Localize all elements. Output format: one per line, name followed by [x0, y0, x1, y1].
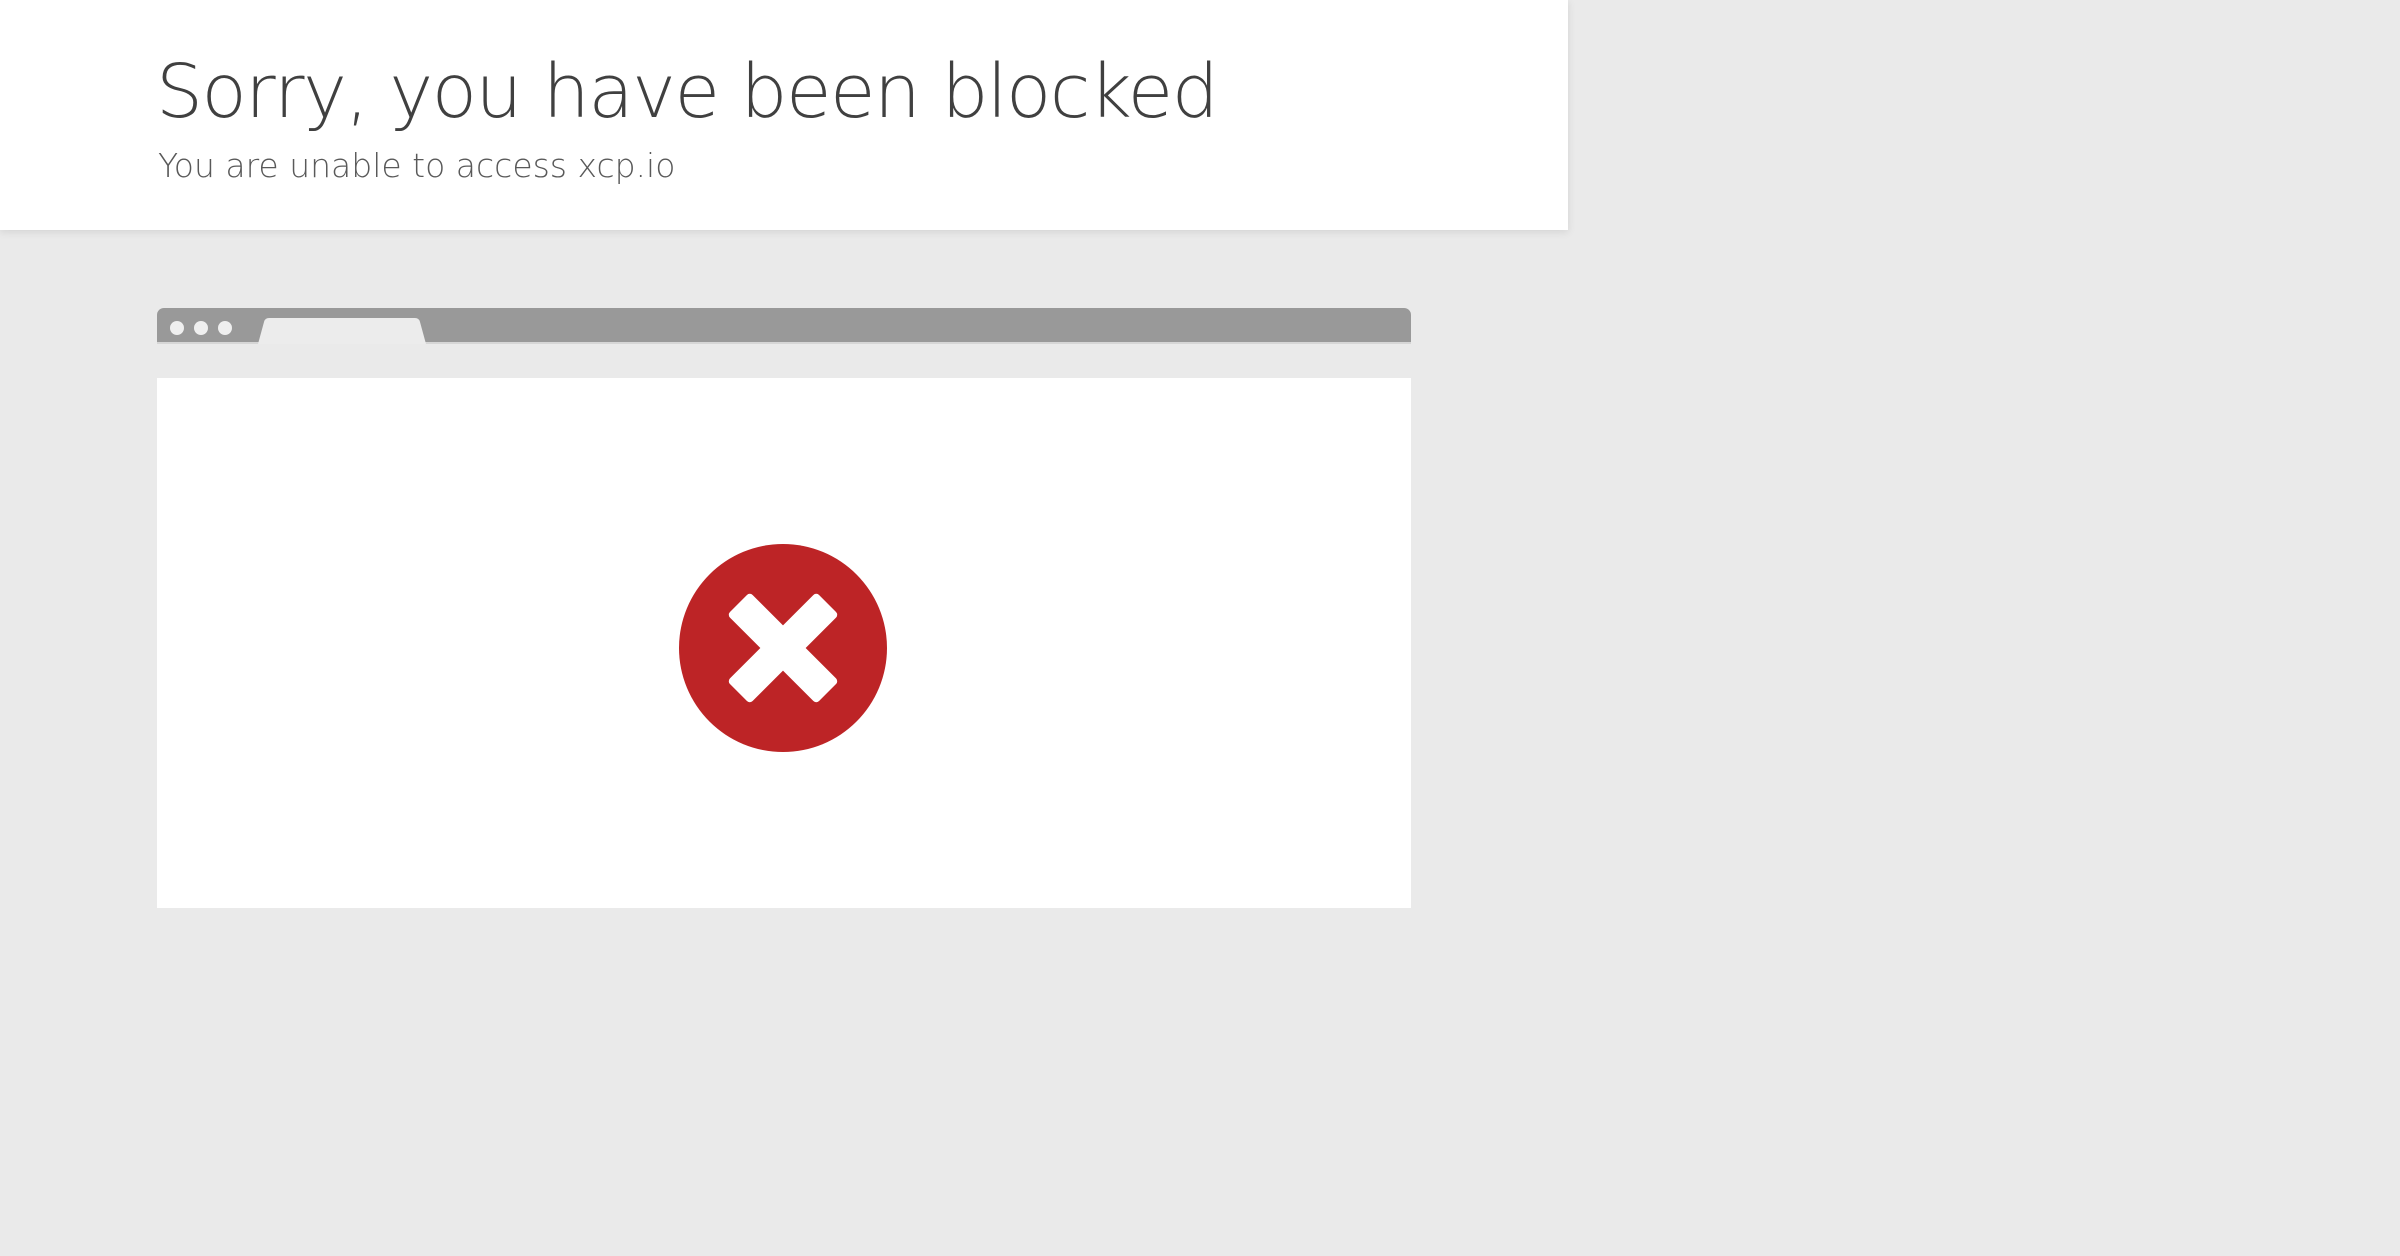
error-x-circle-icon [678, 543, 888, 753]
browser-illustration [157, 308, 1411, 908]
window-dot-icon [218, 321, 232, 335]
main-section [0, 230, 1568, 908]
page-header: Sorry, you have been blocked You are una… [0, 0, 1568, 230]
window-dot-icon [170, 321, 184, 335]
browser-viewport [157, 378, 1411, 908]
page-subtitle: You are unable to access xcp.io [158, 146, 676, 185]
window-dot-icon [194, 321, 208, 335]
browser-tab [258, 318, 426, 344]
page-title: Sorry, you have been blocked [156, 49, 1219, 135]
browser-tab-bar [157, 308, 1411, 344]
